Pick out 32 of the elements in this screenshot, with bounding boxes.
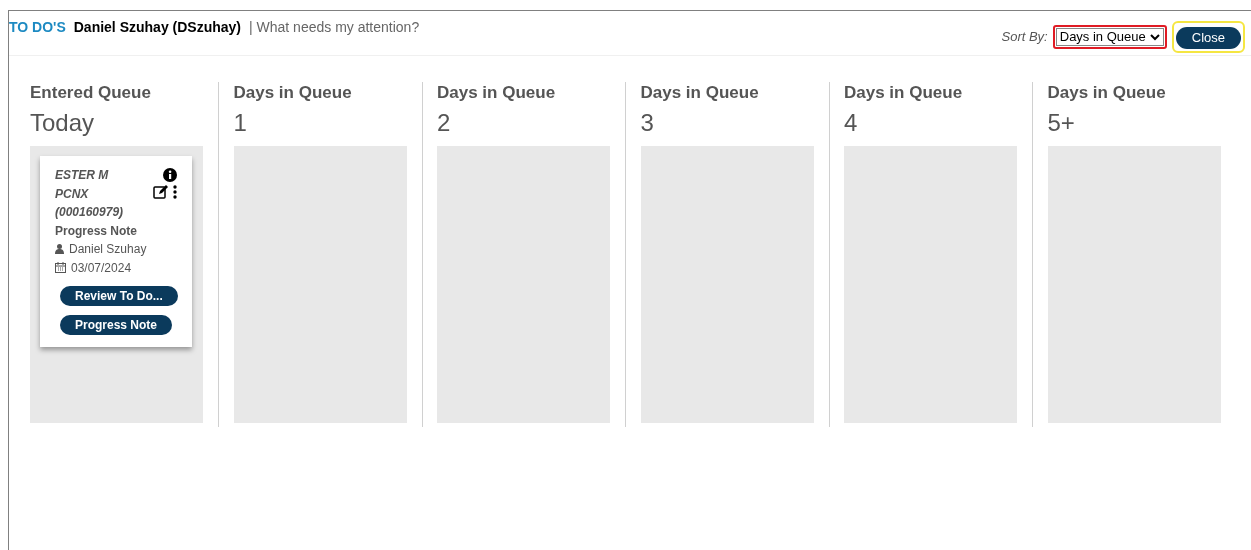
sort-label: Sort By: [1001,28,1048,47]
calendar-icon [55,262,66,274]
page-title: TO DO'S [9,18,66,37]
info-icon[interactable] [163,168,177,182]
column-value: 1 [233,108,248,138]
person-icon [55,244,64,255]
document-type: Progress Note [55,222,139,240]
client-name: ESTER M [55,167,110,184]
document-date: 03/07/2024 [71,259,132,277]
client-name: (000160979) [55,204,124,221]
chevron-down-icon [1149,33,1160,41]
action-button[interactable]: Progress Note [60,315,173,335]
column-label: Days in Queue [844,82,964,104]
client-name: PCNX [55,185,90,203]
column-value: Today [30,108,96,138]
column-label: Days in Queue [233,82,353,104]
column-label: Entered Queue [30,82,152,104]
sort-dropdown[interactable]: Days in Queue [1055,28,1164,46]
column-value: 2 [437,108,452,138]
column-value: 4 [844,108,859,138]
staff-name: Daniel Szuhay [69,241,147,258]
close-button[interactable]: Close [1175,26,1241,49]
edit-icon[interactable] [153,185,168,199]
column-value: 5+ [1047,108,1076,138]
column-label: Days in Queue [437,82,557,104]
column-label: Days in Queue [640,82,760,104]
user-name: Daniel Szuhay (DSzuhay) [73,18,241,37]
column-label: Days in Queue [1047,82,1167,104]
more-options-icon[interactable] [173,185,177,199]
page-subtitle: | What needs my attention? [249,18,420,37]
action-button[interactable]: Review To Do... [60,286,178,306]
column-value: 3 [640,108,655,138]
